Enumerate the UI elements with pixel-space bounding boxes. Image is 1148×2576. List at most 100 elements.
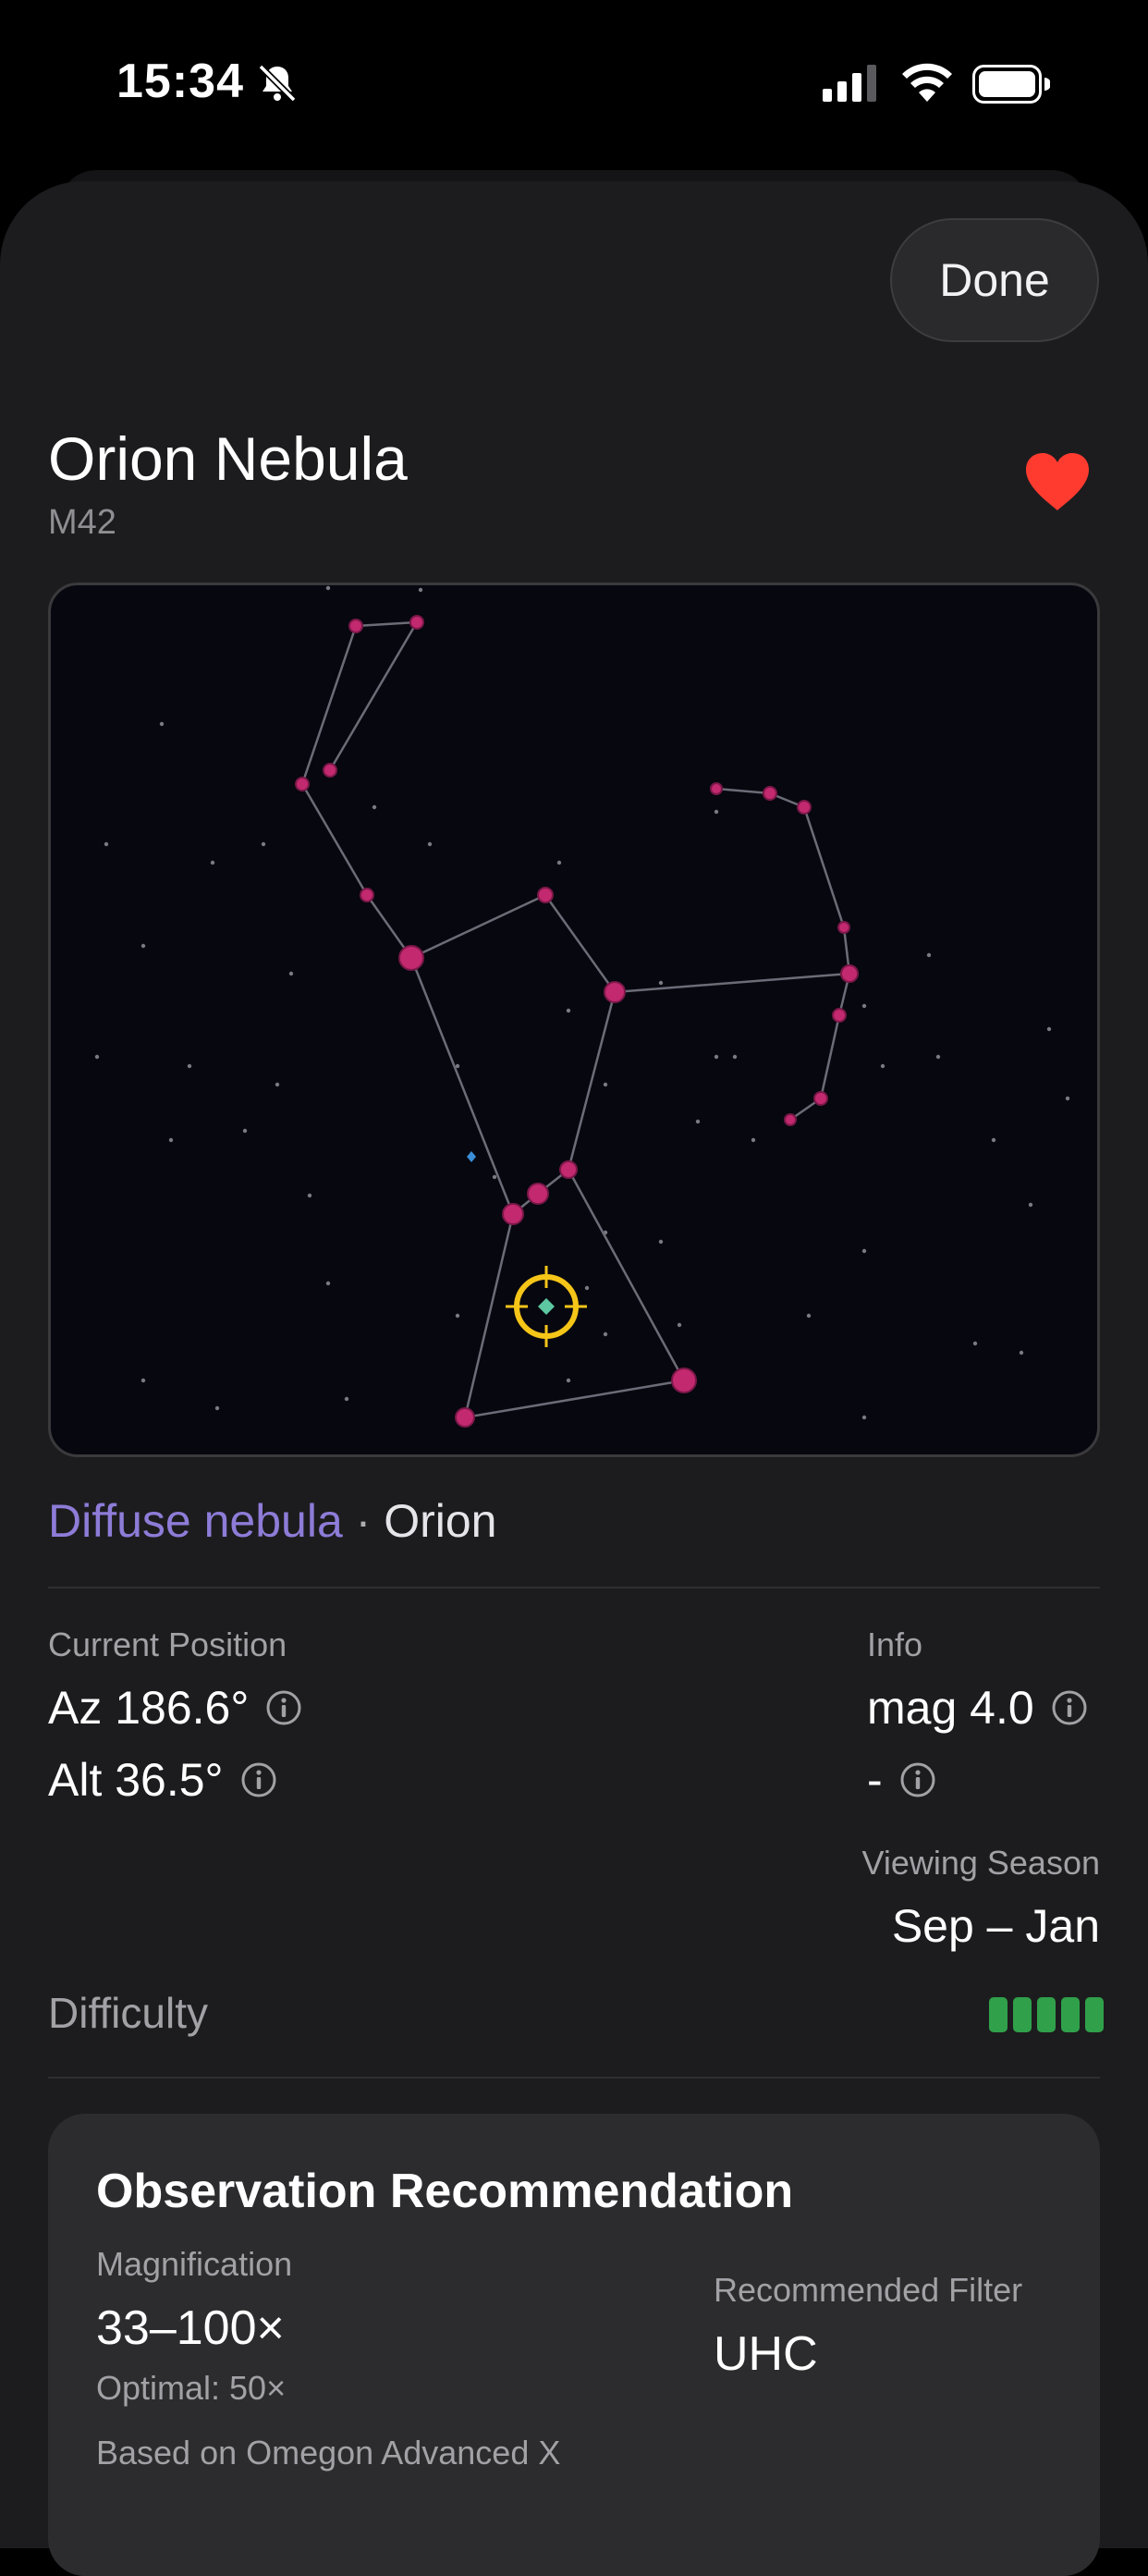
constellation-star xyxy=(671,1368,697,1393)
azimuth-value: Az 186.6° xyxy=(48,1682,250,1734)
background-star xyxy=(926,952,932,958)
constellation-line xyxy=(328,621,419,771)
difficulty-bar xyxy=(1037,1997,1056,2032)
background-star xyxy=(1046,1026,1052,1032)
magnification-value: 33–100× xyxy=(96,2301,285,2355)
info-icon[interactable] xyxy=(899,1761,936,1798)
background-star xyxy=(94,1054,100,1060)
divider xyxy=(48,2077,1100,2079)
constellation-star xyxy=(604,981,626,1003)
background-star xyxy=(566,1008,571,1013)
background-star xyxy=(210,860,215,865)
background-star xyxy=(695,1119,701,1124)
background-star xyxy=(584,1285,590,1291)
based-on-equipment: Based on Omegon Advanced X xyxy=(96,2434,561,2472)
constellation-line xyxy=(409,957,515,1215)
observation-recommendation-card: Observation Recommendation Magnification… xyxy=(48,2114,1100,2576)
background-star xyxy=(455,1313,460,1319)
current-position-heading: Current Position xyxy=(48,1625,287,1663)
background-star xyxy=(1028,1202,1033,1208)
constellation-line xyxy=(715,787,771,795)
difficulty-label: Difficulty xyxy=(48,1989,208,2037)
info-icon[interactable] xyxy=(265,1689,302,1726)
done-button[interactable]: Done xyxy=(890,218,1099,342)
constellation-line xyxy=(567,1169,686,1381)
info-heading: Info xyxy=(867,1625,923,1663)
background-star xyxy=(344,1396,349,1402)
constellation-star xyxy=(455,1407,475,1428)
background-star xyxy=(261,841,266,847)
altitude-value: Alt 36.5° xyxy=(48,1754,224,1806)
constellation-star xyxy=(527,1183,549,1205)
background-star xyxy=(714,809,719,815)
azimuth-row: Az 186.6° xyxy=(48,1681,302,1735)
background-star xyxy=(159,721,165,727)
cellular-signal-icon xyxy=(823,65,876,102)
constellation-star xyxy=(763,786,777,801)
constellation-star xyxy=(797,800,812,815)
background-star xyxy=(714,1054,719,1060)
background-star xyxy=(556,860,562,865)
difficulty-bar xyxy=(1085,1997,1104,2032)
background-star xyxy=(603,1331,608,1337)
constellation-line xyxy=(802,806,846,928)
constellation-line xyxy=(463,1213,515,1418)
background-star xyxy=(418,587,423,593)
difficulty-bar xyxy=(1013,1997,1032,2032)
constellation-line xyxy=(300,783,369,896)
wifi-icon xyxy=(902,63,952,102)
background-star xyxy=(732,1054,738,1060)
background-star xyxy=(455,1063,460,1069)
background-star xyxy=(307,1193,312,1198)
target-object-marker xyxy=(538,1298,555,1315)
background-star xyxy=(104,841,109,847)
background-star xyxy=(935,1054,941,1060)
constellation-star xyxy=(840,964,859,983)
background-star xyxy=(880,1063,885,1069)
constellation-star xyxy=(348,619,363,633)
blue-marker xyxy=(467,1151,476,1162)
background-star xyxy=(372,804,377,810)
background-star xyxy=(751,1137,756,1143)
constellation-star xyxy=(502,1203,524,1225)
constellation-line xyxy=(410,893,546,960)
constellation-star xyxy=(813,1091,828,1106)
background-star xyxy=(566,1378,571,1383)
info-icon[interactable] xyxy=(1051,1689,1088,1726)
divider xyxy=(48,1587,1100,1589)
constellation-star xyxy=(295,777,310,791)
filter-value: UHC xyxy=(714,2327,818,2381)
constellation-star xyxy=(537,887,554,903)
object-type-line: Diffuse nebula · Orion xyxy=(48,1494,496,1548)
bell-slash-icon xyxy=(258,64,297,103)
background-star xyxy=(603,1082,608,1087)
background-star xyxy=(325,585,331,591)
constellation-line xyxy=(543,894,617,993)
object-title: Orion Nebula xyxy=(48,424,408,493)
recommendation-title: Observation Recommendation xyxy=(96,2165,794,2218)
object-type[interactable]: Diffuse nebula xyxy=(48,1495,343,1547)
catalog-id: M42 xyxy=(48,503,116,542)
size-value: - xyxy=(867,1754,883,1806)
info-icon[interactable] xyxy=(240,1761,277,1798)
background-star xyxy=(677,1322,682,1328)
constellation-line xyxy=(614,972,850,994)
sky-map[interactable] xyxy=(48,583,1100,1457)
constellation-name: Orion xyxy=(384,1495,497,1547)
constellation-star xyxy=(398,945,424,971)
viewing-season-value: Sep – Jan xyxy=(891,1900,1100,1952)
magnification-label: Magnification xyxy=(96,2245,293,2283)
background-star xyxy=(1065,1096,1070,1101)
constellation-line xyxy=(567,991,617,1171)
constellation-line xyxy=(300,625,358,785)
background-star xyxy=(658,1239,664,1245)
viewing-season-heading: Viewing Season xyxy=(861,1844,1100,1882)
background-star xyxy=(492,1174,497,1180)
heart-icon[interactable] xyxy=(1024,451,1091,512)
background-star xyxy=(972,1341,978,1346)
optimal-magnification: Optimal: 50× xyxy=(96,2369,287,2407)
background-star xyxy=(242,1128,248,1134)
background-star xyxy=(1019,1350,1024,1355)
constellation-star xyxy=(784,1113,797,1126)
background-star xyxy=(187,1063,192,1069)
